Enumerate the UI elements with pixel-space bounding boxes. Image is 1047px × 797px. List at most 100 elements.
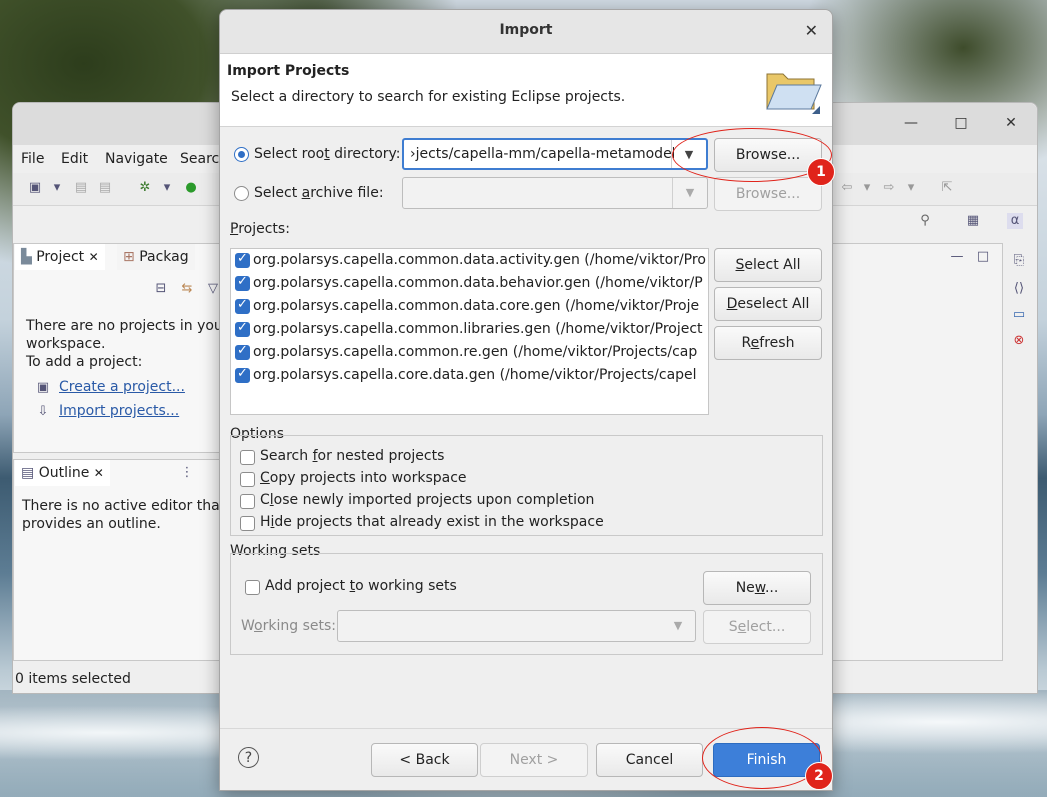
run-icon[interactable]: ● [183, 180, 199, 196]
outline-empty-text: There is no active editor that provides … [22, 497, 225, 533]
archive-file-radio[interactable] [234, 186, 249, 201]
minimize-icon[interactable]: — [901, 113, 921, 133]
refresh-button[interactable]: Refresh [714, 326, 822, 360]
outline-menu-icon[interactable]: ⋮ [179, 465, 195, 481]
annotation-badge-1: 1 [807, 158, 835, 186]
help-icon[interactable]: ? [238, 747, 259, 768]
back-arrow-icon[interactable]: ⇦ [839, 180, 855, 196]
browse-archive-button[interactable]: Browse... [714, 177, 822, 211]
copy-projects-checkbox[interactable] [240, 472, 255, 487]
dialog-titlebar: Import ✕ [220, 10, 832, 54]
list-item[interactable]: org.polarsys.capella.common.re.gen (/hom… [253, 342, 697, 362]
list-item[interactable]: org.polarsys.capella.common.data.behavio… [253, 273, 703, 293]
project-checkbox[interactable] [235, 251, 250, 268]
no-projects-line-2: workspace. [26, 336, 106, 352]
list-item[interactable]: org.polarsys.capella.common.data.core.ge… [253, 296, 699, 316]
root-directory-combo[interactable]: ›jects/capella-mm/capella-metamodel ▼ [402, 138, 708, 170]
import-projects-link[interactable]: Import projects... [59, 403, 179, 419]
header-subtitle: Select a directory to search for existin… [231, 89, 626, 105]
dialog-close-icon[interactable]: ✕ [805, 21, 818, 40]
side-view-icon-1[interactable]: ⎘ [1011, 253, 1027, 269]
tab-project-label: Project [36, 249, 85, 265]
tab-project-explorer[interactable]: ▙ Project ✕ [15, 244, 105, 270]
close-icon[interactable]: ✕ [89, 250, 99, 264]
collapse-all-icon[interactable]: ⊟ [153, 281, 169, 297]
chevron-down-icon[interactable]: ▾ [859, 180, 875, 196]
project-checkbox[interactable] [235, 320, 250, 337]
chevron-down-icon[interactable]: ▼ [661, 611, 695, 641]
close-projects-checkbox[interactable] [240, 494, 255, 509]
pin-icon[interactable]: ⇱ [939, 180, 955, 196]
save-icon[interactable]: ▤ [73, 180, 89, 196]
link-editor-icon[interactable]: ⇆ [179, 281, 195, 297]
next-button[interactable]: Next > [480, 743, 588, 777]
debug-icon[interactable]: ✲ [137, 180, 153, 196]
save-all-icon[interactable]: ▤ [97, 180, 113, 196]
working-sets-combo[interactable]: ▼ [337, 610, 696, 642]
deselect-all-button[interactable]: Deselect All [714, 287, 822, 321]
list-item[interactable]: org.polarsys.capella.core.data.gen (/hom… [253, 365, 697, 385]
chevron-down-icon[interactable]: ▼ [672, 178, 707, 208]
nested-projects-label[interactable]: Search for nested projects [260, 448, 444, 464]
editor-area [825, 243, 1003, 661]
tab-outline[interactable]: ▤ Outline ✕ [15, 460, 110, 486]
chevron-down-icon[interactable]: ▾ [159, 180, 175, 196]
chevron-down-icon[interactable]: ▾ [903, 180, 919, 196]
annotation-circle-finish [702, 727, 822, 789]
open-perspective-icon[interactable]: ▦ [965, 213, 981, 229]
dialog-title: Import [499, 22, 553, 38]
select-working-sets-button[interactable]: Select... [703, 610, 811, 644]
list-item[interactable]: org.polarsys.capella.common.libraries.ge… [253, 319, 703, 339]
menu-file[interactable]: File [21, 151, 44, 167]
add-to-working-sets-checkbox[interactable] [245, 580, 260, 595]
root-directory-input[interactable]: ›jects/capella-mm/capella-metamodel [410, 146, 674, 162]
search-icon[interactable]: ⚲ [917, 213, 933, 229]
close-icon[interactable]: ✕ [1001, 113, 1021, 133]
maximize-view-icon[interactable]: □ [975, 249, 991, 265]
folder-icon: ▙ [21, 249, 32, 265]
new-icon[interactable]: ▣ [27, 180, 43, 196]
add-to-working-sets-label[interactable]: Add project to working sets [265, 578, 457, 594]
tab-package-explorer[interactable]: ⊞ Packag [117, 244, 195, 270]
capella-perspective-icon[interactable]: α [1007, 213, 1023, 229]
outline-panel [13, 459, 220, 661]
outline-icon: ▤ [21, 465, 35, 481]
outline-line-1: There is no active editor that [22, 498, 226, 514]
close-projects-label[interactable]: Close newly imported projects upon compl… [260, 492, 594, 508]
close-icon[interactable]: ✕ [94, 466, 104, 480]
list-item[interactable]: org.polarsys.capella.common.data.activit… [253, 250, 706, 270]
archive-file-combo[interactable]: ▼ [402, 177, 708, 209]
project-checkbox[interactable] [235, 366, 250, 383]
cancel-button[interactable]: Cancel [596, 743, 703, 777]
create-project-link[interactable]: Create a project... [59, 379, 185, 395]
select-all-button[interactable]: Select All [714, 248, 822, 282]
minimize-view-icon[interactable]: — [949, 249, 965, 265]
hide-projects-label[interactable]: Hide projects that already exist in the … [260, 514, 604, 530]
menu-edit[interactable]: Edit [61, 151, 88, 167]
no-projects-line-3: To add a project: [26, 354, 143, 370]
outline-line-2: provides an outline. [22, 516, 161, 532]
copy-projects-label[interactable]: Copy projects into workspace [260, 470, 467, 486]
package-icon: ⊞ [123, 249, 135, 265]
import-projects-icon: ⇩ [37, 404, 49, 419]
header-title: Import Projects [227, 63, 350, 79]
chevron-down-icon[interactable]: ▾ [49, 180, 65, 196]
forward-arrow-icon[interactable]: ⇨ [881, 180, 897, 196]
maximize-icon[interactable]: □ [951, 113, 971, 133]
menu-navigate[interactable]: Navigate [105, 151, 168, 167]
back-button[interactable]: < Back [371, 743, 478, 777]
root-directory-radio[interactable] [234, 147, 249, 162]
new-working-set-button[interactable]: New... [703, 571, 811, 605]
archive-file-label: Select archive file: [254, 185, 384, 201]
hide-projects-checkbox[interactable] [240, 516, 255, 531]
projects-label: Projects: [230, 221, 290, 237]
project-checkbox[interactable] [235, 343, 250, 360]
nested-projects-checkbox[interactable] [240, 450, 255, 465]
side-view-icon-2[interactable]: ⟨⟩ [1011, 281, 1027, 297]
project-checkbox[interactable] [235, 297, 250, 314]
side-view-icon-4[interactable]: ⊗ [1011, 333, 1027, 349]
side-view-icon-3[interactable]: ▭ [1011, 307, 1027, 323]
dialog-header: Import Projects Select a directory to se… [220, 54, 832, 127]
projects-list[interactable]: org.polarsys.capella.common.data.activit… [230, 248, 709, 415]
project-checkbox[interactable] [235, 274, 250, 291]
